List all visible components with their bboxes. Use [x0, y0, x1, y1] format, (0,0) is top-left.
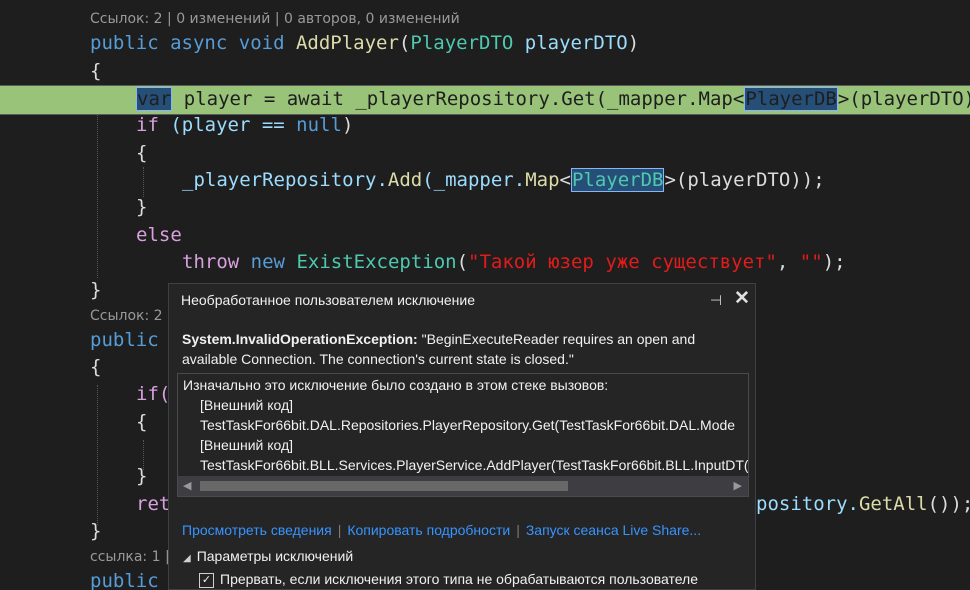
code-line-throw[interactable]: throw new ExistException("Такой юзер уже… — [182, 249, 846, 276]
code-line-else[interactable]: else — [136, 222, 182, 249]
code-line-brace[interactable]: } — [90, 277, 101, 304]
break-label: Прервать, если исключения этого типа не … — [220, 571, 699, 587]
codelens-references[interactable]: Ссылок: 2 | 0 изменений | 0 авторов, 0 и… — [90, 9, 460, 29]
code-line-public[interactable]: public — [90, 568, 159, 590]
copy-details-link[interactable]: Копировать подробности — [347, 522, 510, 538]
scroll-left-icon[interactable]: ◀ — [183, 479, 191, 492]
exception-message: System.InvalidOperationException: "Begin… — [182, 329, 742, 369]
close-icon[interactable]: ✕ — [732, 289, 752, 309]
stack-frame[interactable]: TestTaskFor66bit.DAL.Repositories.Player… — [200, 415, 735, 435]
code-line-return-tail[interactable]: pository.GetAll()); — [756, 491, 970, 518]
popup-links: Просмотреть сведения | Копировать подробно… — [182, 522, 701, 538]
exception-type: System.InvalidOperationException: — [182, 331, 418, 347]
code-line-current-statement[interactable]: var player = await _playerRepository.Get… — [136, 86, 970, 113]
code-line-brace[interactable]: { — [90, 354, 101, 381]
code-line-public[interactable]: public — [90, 327, 159, 354]
stack-frame[interactable]: TestTaskFor66bit.BLL.Services.PlayerServ… — [200, 455, 748, 475]
indent-guide — [143, 167, 144, 197]
exception-settings-toggle[interactable]: ◢ Параметры исключений — [183, 548, 353, 564]
live-share-link[interactable]: Запуск сеанса Live Share... — [526, 522, 701, 538]
code-line-return[interactable]: ret — [136, 491, 170, 518]
horizontal-scrollbar[interactable]: ◀ ▶ — [178, 476, 748, 496]
popup-title: Необработанное пользователем исключение — [181, 292, 475, 308]
code-line-if[interactable]: if (player == null) — [136, 112, 353, 139]
link-separator: | — [516, 522, 520, 538]
pin-icon[interactable]: ⊣ — [707, 291, 725, 309]
stack-frame[interactable]: [Внешний код] — [200, 435, 293, 455]
collapse-triangle-icon[interactable]: ◢ — [183, 553, 191, 564]
code-line-brace[interactable]: { — [136, 140, 147, 167]
scrollbar-thumb[interactable] — [200, 481, 568, 491]
code-line-brace[interactable]: { — [90, 58, 101, 85]
code-line-if[interactable]: if( — [136, 381, 170, 408]
call-stack-box[interactable]: Изначально это исключение было создано в… — [177, 373, 749, 497]
link-separator: | — [337, 522, 342, 538]
break-checkbox[interactable]: ✓ — [199, 572, 214, 588]
indent-guide — [97, 385, 98, 525]
code-line-brace[interactable]: { — [136, 409, 147, 436]
code-line-method-signature[interactable]: public async void AddPlayer(PlayerDTO pl… — [90, 30, 639, 57]
scroll-right-icon[interactable]: ▶ — [734, 479, 742, 492]
codelens-references[interactable]: ссылка: 1 | — [90, 547, 170, 567]
code-line-brace[interactable]: } — [136, 463, 147, 490]
code-line-repository-add[interactable]: _playerRepository.Add(_mapper.Map<Player… — [182, 167, 825, 194]
break-when-unhandled-row[interactable]: ✓ Прервать, если исключения этого типа не… — [199, 571, 698, 588]
stack-frame[interactable]: [Внешний код] — [200, 395, 293, 415]
codelens-references[interactable]: Ссылок: 2 — [90, 306, 163, 326]
view-details-link[interactable]: Просмотреть сведения — [182, 522, 332, 538]
code-line-brace[interactable]: } — [136, 194, 147, 221]
stack-header: Изначально это исключение было создано в… — [183, 377, 609, 393]
exception-popup[interactable]: Необработанное пользователем исключение … — [168, 283, 756, 590]
code-line-brace[interactable]: } — [90, 518, 101, 545]
indent-guide — [97, 88, 98, 278]
exception-settings-label: Параметры исключений — [196, 548, 354, 564]
